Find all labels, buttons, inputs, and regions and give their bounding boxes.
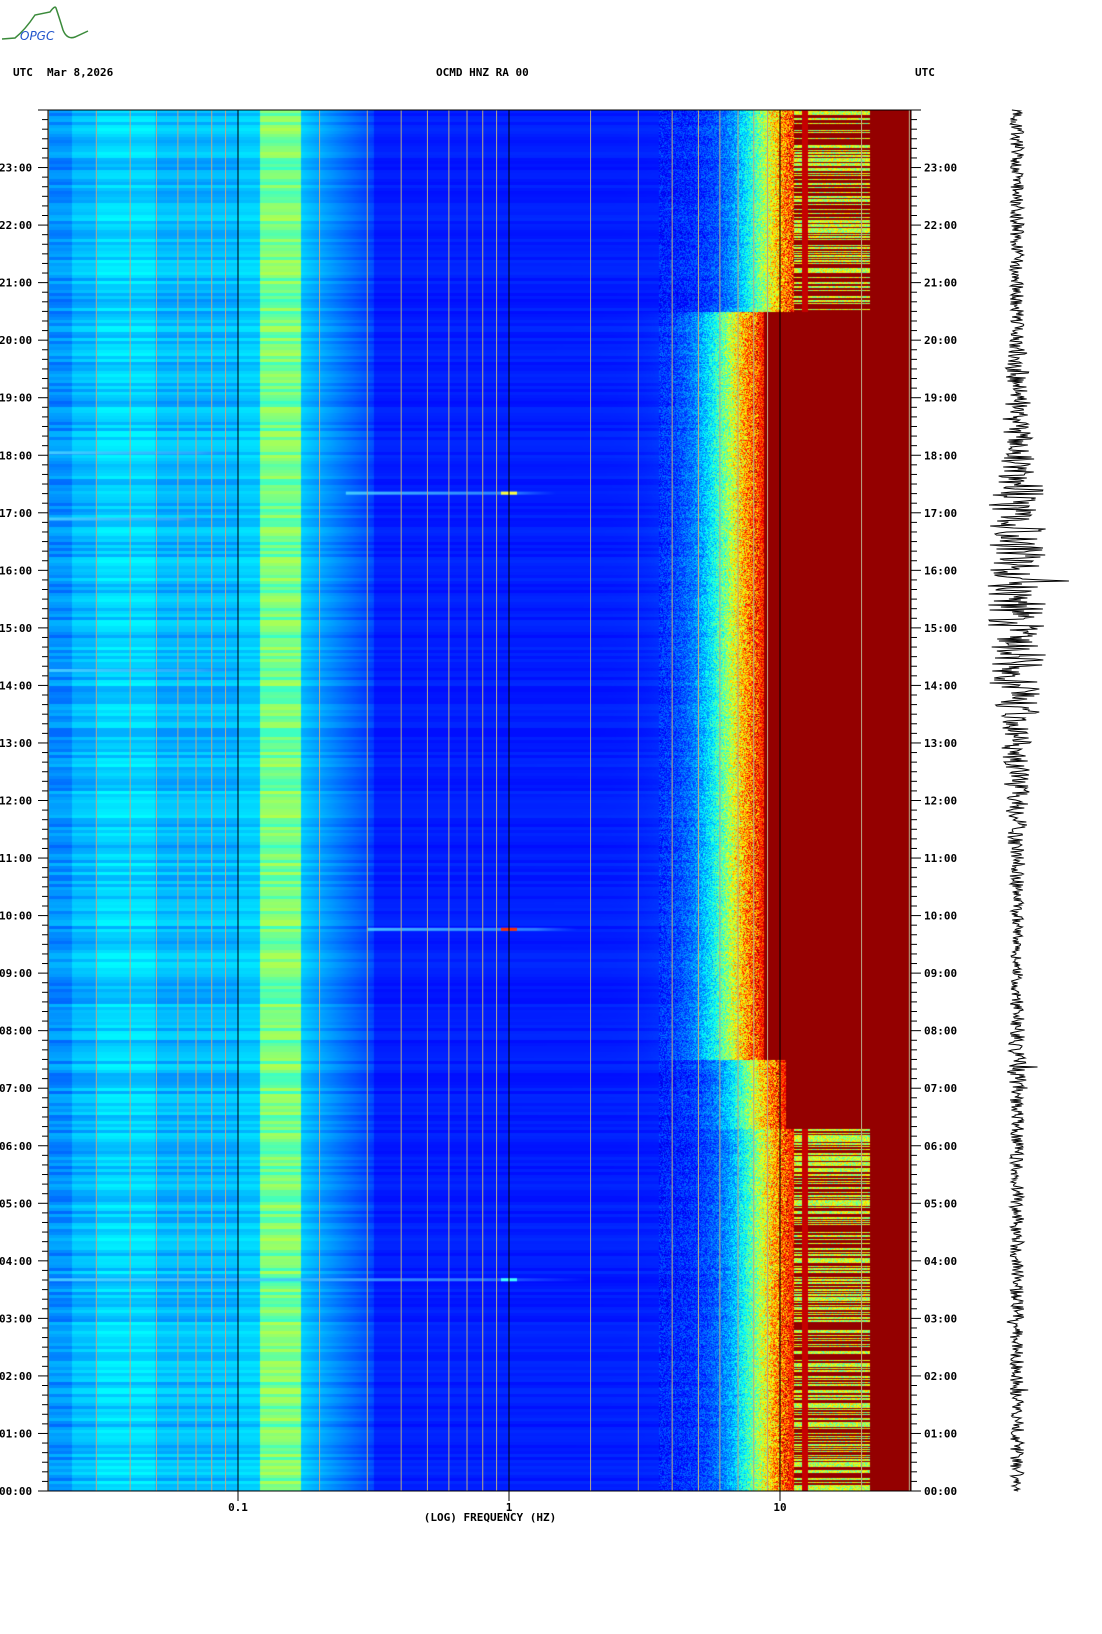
y-tick-label-left: 15:00 <box>0 622 32 635</box>
y-tick-label-left: 09:00 <box>0 967 32 980</box>
y-tick-label-right: 22:00 <box>924 219 957 232</box>
y-tick-label-left: 10:00 <box>0 910 32 923</box>
y-tick-label-right: 11:00 <box>924 852 957 865</box>
x-tick-label: 0.1 <box>228 1501 248 1514</box>
y-tick-label-left: 05:00 <box>0 1197 32 1210</box>
y-tick-label-left: 21:00 <box>0 277 32 290</box>
y-tick-label-right: 08:00 <box>924 1025 957 1038</box>
y-tick-label-left: 18:00 <box>0 449 32 462</box>
y-tick-label-left: 01:00 <box>0 1427 32 1440</box>
y-tick-label-left: 19:00 <box>0 392 32 405</box>
y-tick-label-right: 00:00 <box>924 1485 957 1498</box>
y-tick-label-right: 05:00 <box>924 1197 957 1210</box>
seismogram-waveform <box>988 110 1069 1491</box>
seismogram-trace <box>960 100 1080 1500</box>
spectrogram-axes: 00:00 00:00 01:00 01:00 02:00 02:00 03:00 03:00… <box>0 0 1102 1634</box>
x-tick-label: 10 <box>773 1501 786 1514</box>
y-tick-label-right: 06:00 <box>924 1140 957 1153</box>
y-tick-label-right: 15:00 <box>924 622 957 635</box>
x-axis-label: (LOG) FREQUENCY (HZ) <box>424 1511 556 1524</box>
y-tick-label-right: 13:00 <box>924 737 957 750</box>
y-tick-label-left: 23:00 <box>0 162 32 175</box>
y-tick-label-left: 22:00 <box>0 219 32 232</box>
y-tick-label-left: 13:00 <box>0 737 32 750</box>
y-tick-label-right: 02:00 <box>924 1370 957 1383</box>
y-tick-label-left: 08:00 <box>0 1025 32 1038</box>
y-tick-label-right: 18:00 <box>924 449 957 462</box>
y-tick-label-right: 01:00 <box>924 1427 957 1440</box>
y-tick-label-right: 10:00 <box>924 910 957 923</box>
y-tick-label-left: 04:00 <box>0 1255 32 1268</box>
y-tick-label-right: 16:00 <box>924 564 957 577</box>
y-tick-label-right: 04:00 <box>924 1255 957 1268</box>
y-tick-label-right: 03:00 <box>924 1312 957 1325</box>
y-tick-label-right: 12:00 <box>924 795 957 808</box>
y-tick-label-right: 17:00 <box>924 507 957 520</box>
y-tick-label-left: 20:00 <box>0 334 32 347</box>
y-tick-label-left: 02:00 <box>0 1370 32 1383</box>
y-tick-label-left: 16:00 <box>0 564 32 577</box>
y-tick-label-right: 14:00 <box>924 679 957 692</box>
y-tick-label-left: 07:00 <box>0 1082 32 1095</box>
y-tick-label-right: 19:00 <box>924 392 957 405</box>
y-tick-label-left: 11:00 <box>0 852 32 865</box>
y-tick-label-left: 00:00 <box>0 1485 32 1498</box>
y-tick-label-right: 09:00 <box>924 967 957 980</box>
y-tick-label-left: 14:00 <box>0 679 32 692</box>
y-tick-label-right: 21:00 <box>924 277 957 290</box>
y-tick-label-left: 17:00 <box>0 507 32 520</box>
y-tick-label-left: 06:00 <box>0 1140 32 1153</box>
y-tick-label-left: 03:00 <box>0 1312 32 1325</box>
y-tick-label-right: 23:00 <box>924 162 957 175</box>
y-tick-label-right: 20:00 <box>924 334 957 347</box>
y-tick-label-right: 07:00 <box>924 1082 957 1095</box>
y-tick-label-left: 12:00 <box>0 795 32 808</box>
